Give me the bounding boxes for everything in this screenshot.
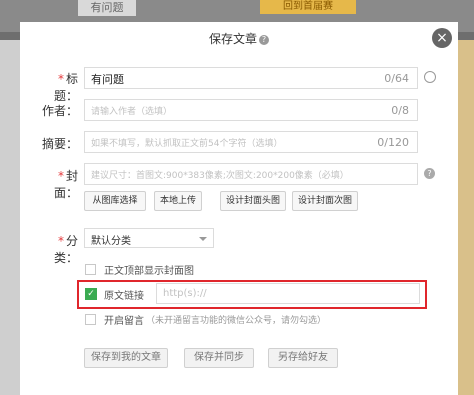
category-select[interactable]: 默认分类 xyxy=(84,228,214,248)
save-to-my-articles-button[interactable]: 保存到我的文章 xyxy=(84,348,168,368)
dialog-title-text: 保存文章 xyxy=(208,32,257,46)
title-value: 有问题 xyxy=(91,73,124,86)
required-star: * xyxy=(57,72,64,86)
comments-checkbox[interactable] xyxy=(85,314,96,325)
source-link-placeholder: http(s):// xyxy=(163,288,207,299)
title-input[interactable]: 有问题 0/64 xyxy=(84,67,418,89)
background-tab: 有问题 xyxy=(78,0,136,16)
show-cover-label: 正文顶部显示封面图 xyxy=(104,266,194,277)
save-and-sync-button[interactable]: 保存并同步 xyxy=(184,348,254,368)
category-value: 默认分类 xyxy=(91,236,131,247)
help-icon[interactable]: ? xyxy=(259,34,269,45)
design-cover-header-button[interactable]: 设计封面头图 xyxy=(220,191,286,211)
close-button[interactable]: × xyxy=(432,28,452,48)
author-count: 0/8 xyxy=(391,104,409,117)
local-upload-button[interactable]: 本地上传 xyxy=(154,191,202,211)
emoji-icon[interactable] xyxy=(424,71,436,83)
source-link-label: 原文链接 xyxy=(104,291,144,302)
save-article-dialog: 保存文章? × * 标题： 有问题 0/64 作者： 请输入作者（选填） 0/8 … xyxy=(20,22,458,395)
category-label: * 分类： xyxy=(38,232,78,266)
comments-note: （未开通留言功能的微信公众号，请勿勾选） xyxy=(146,316,327,326)
chevron-down-icon xyxy=(199,237,207,241)
summary-count: 0/120 xyxy=(377,136,409,149)
cover-label: * 封面： xyxy=(38,167,78,201)
info-icon[interactable]: ? xyxy=(424,168,435,179)
design-cover-secondary-button[interactable]: 设计封面次图 xyxy=(292,191,358,211)
author-input[interactable]: 请输入作者（选填） 0/8 xyxy=(84,99,418,121)
cover-placeholder: 建议尺寸：首图文:900*383像素;次图文:200*200像素（必填） xyxy=(91,171,349,181)
dialog-title: 保存文章? xyxy=(20,30,458,47)
source-link-input[interactable]: http(s):// xyxy=(156,283,420,304)
choose-from-library-button[interactable]: 从图库选择 xyxy=(84,191,146,211)
author-placeholder: 请输入作者（选填） xyxy=(91,107,173,117)
source-link-checkbox[interactable]: ✓ xyxy=(85,288,97,300)
background-banner: 回到首届赛 xyxy=(260,0,356,14)
title-label: * 标题： xyxy=(38,70,78,104)
save-for-friend-button[interactable]: 另存给好友 xyxy=(268,348,338,368)
cover-input[interactable]: 建议尺寸：首图文:900*383像素;次图文:200*200像素（必填） xyxy=(84,163,418,185)
background-left-panel xyxy=(0,40,20,395)
summary-label: 摘要： xyxy=(41,137,78,151)
title-count: 0/64 xyxy=(384,72,409,85)
background-right-panel xyxy=(456,40,474,395)
required-star: * xyxy=(57,234,64,248)
required-star: * xyxy=(57,169,64,183)
show-cover-checkbox[interactable] xyxy=(85,264,96,275)
comments-label: 开启留言 xyxy=(104,316,144,327)
summary-input[interactable]: 如果不填写，默认抓取正文前54个字符（选填） 0/120 xyxy=(84,131,418,153)
author-label: 作者： xyxy=(41,104,78,118)
summary-placeholder: 如果不填写，默认抓取正文前54个字符（选填） xyxy=(91,139,283,149)
